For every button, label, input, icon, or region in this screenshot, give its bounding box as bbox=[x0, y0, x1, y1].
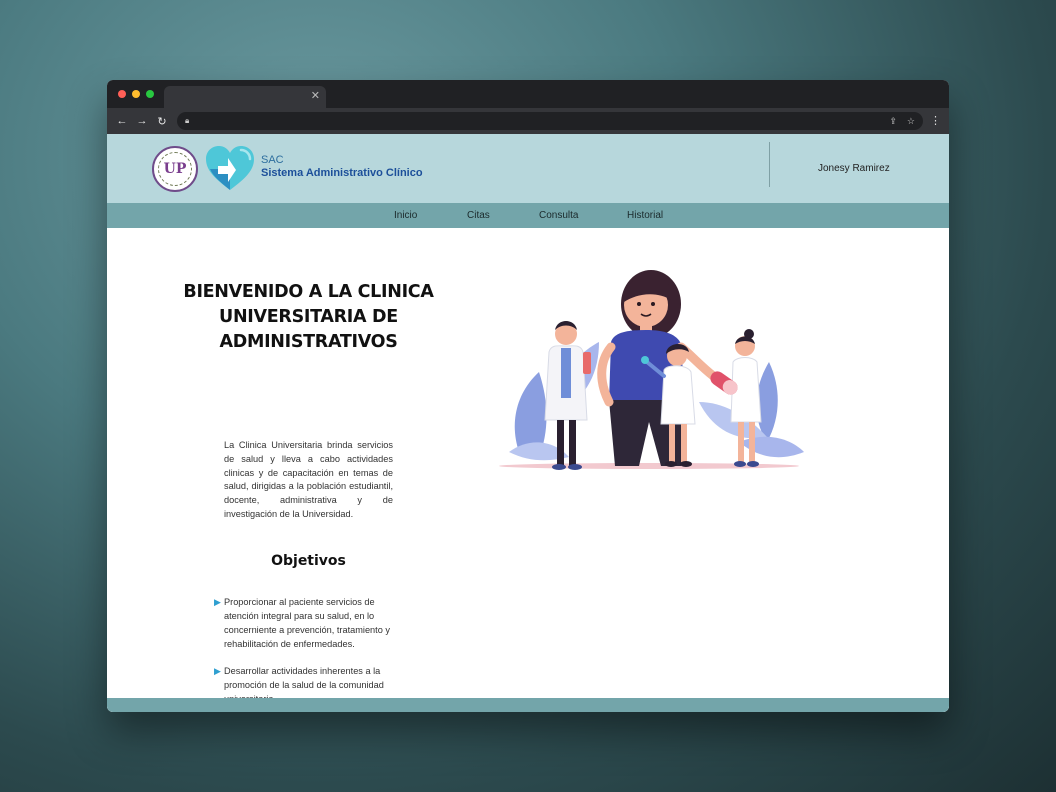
list-item: ▶ Proporcionar al paciente servicios de … bbox=[214, 595, 399, 651]
triangle-bullet-icon: ▶ bbox=[214, 666, 221, 676]
header-divider bbox=[769, 142, 770, 187]
nav-item-citas[interactable]: Citas bbox=[467, 210, 490, 221]
main-nav: Inicio Citas Consulta Historial bbox=[107, 203, 949, 228]
share-icon[interactable]: ⇪ bbox=[889, 116, 897, 127]
browser-tab[interactable]: ✕ bbox=[164, 86, 326, 108]
brand-block: SAC Sistema Administrativo Clínico bbox=[261, 154, 423, 180]
welcome-line: ADMINISTRATIVOS bbox=[219, 332, 398, 352]
minimize-window-button[interactable] bbox=[132, 90, 140, 98]
close-tab-icon[interactable]: ✕ bbox=[311, 89, 320, 103]
triangle-bullet-icon: ▶ bbox=[214, 597, 221, 607]
maximize-window-button[interactable] bbox=[146, 90, 154, 98]
nav-item-consulta[interactable]: Consulta bbox=[539, 210, 578, 221]
window-controls bbox=[118, 90, 154, 98]
seal-inner: UP bbox=[158, 152, 192, 186]
user-name[interactable]: Jonesy Ramirez bbox=[818, 163, 890, 174]
address-bar[interactable]: 🔒︎ ⇪ ☆ bbox=[177, 112, 923, 130]
medical-staff-illustration bbox=[499, 270, 804, 470]
address-bar-actions: ⇪ ☆ bbox=[889, 116, 915, 127]
page-content: UP SAC Sistema Administrativo Clínico Jo… bbox=[107, 134, 949, 712]
footer-bar bbox=[107, 698, 949, 712]
reload-icon[interactable]: ↻ bbox=[153, 115, 171, 128]
site-header: UP SAC Sistema Administrativo Clínico Jo… bbox=[107, 134, 949, 203]
lock-icon: 🔒︎ bbox=[185, 116, 190, 125]
back-arrow-icon[interactable]: ← bbox=[113, 115, 131, 127]
brand-acronym: SAC bbox=[261, 154, 284, 166]
nav-item-historial[interactable]: Historial bbox=[627, 210, 663, 221]
forward-arrow-icon[interactable]: → bbox=[133, 115, 151, 127]
heart-logo bbox=[206, 146, 254, 190]
browser-toolbar: ← → ↻ 🔒︎ ⇪ ☆ ⋮ bbox=[107, 108, 949, 134]
objectives-list: ▶ Proporcionar al paciente servicios de … bbox=[214, 595, 399, 712]
welcome-line: UNIVERSITARIA DE bbox=[219, 307, 398, 327]
welcome-line: BIENVENIDO A LA CLINICA bbox=[183, 282, 434, 302]
objectives-title: Objetivos bbox=[271, 553, 346, 569]
browser-menu-icon[interactable]: ⋮ bbox=[930, 114, 941, 127]
nav-item-inicio[interactable]: Inicio bbox=[394, 210, 417, 221]
browser-titlebar: ✕ bbox=[107, 80, 949, 108]
bookmark-star-icon[interactable]: ☆ bbox=[907, 116, 915, 127]
brand-name: Sistema Administrativo Clínico bbox=[261, 167, 423, 179]
objective-text: Proporcionar al paciente servicios de at… bbox=[224, 597, 390, 649]
close-window-button[interactable] bbox=[118, 90, 126, 98]
browser-window: ✕ ← → ↻ 🔒︎ ⇪ ☆ ⋮ UP SAC Sistema Administ… bbox=[107, 80, 949, 712]
intro-paragraph: La Clinica Universitaria brinda servicio… bbox=[224, 440, 393, 519]
welcome-heading: BIENVENIDO A LA CLINICA UNIVERSITARIA DE… bbox=[177, 280, 440, 355]
university-seal-logo: UP bbox=[152, 146, 198, 192]
